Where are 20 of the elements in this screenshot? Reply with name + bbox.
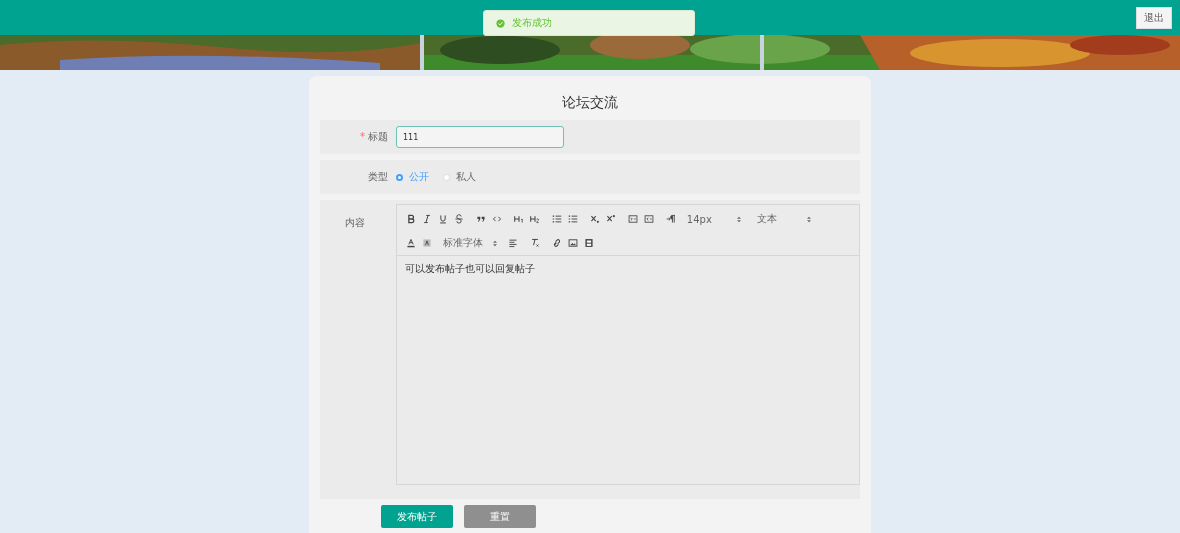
field-label: 类型 [368,171,388,182]
updown-arrow-icon [492,239,497,247]
strikethrough-icon[interactable] [453,211,464,227]
field-label: 内容 [345,217,365,228]
toast-message: 发布成功 [512,16,552,30]
title-input[interactable]: 111 [396,126,564,148]
reset-button[interactable]: 重置 [464,505,536,528]
select-dropdown[interactable]: 14px [682,213,745,225]
updown-arrow-icon [736,215,741,223]
required-mark: * [360,131,365,142]
select-dropdown[interactable]: 标准字体 [438,236,501,250]
publish-button[interactable]: 发布帖子 [381,505,453,528]
updown-arrow-icon [806,215,811,223]
field-label: 标题 [368,131,388,142]
radio-option[interactable]: 私人 [443,170,476,184]
select-dropdown[interactable]: 文本 [752,212,815,226]
logout-button[interactable]: 退出 [1136,6,1172,29]
success-icon [496,18,505,28]
form-title: 论坛交流 [561,94,619,112]
editor-text[interactable]: 可以发布帖子也可以回复帖子 [396,256,859,484]
